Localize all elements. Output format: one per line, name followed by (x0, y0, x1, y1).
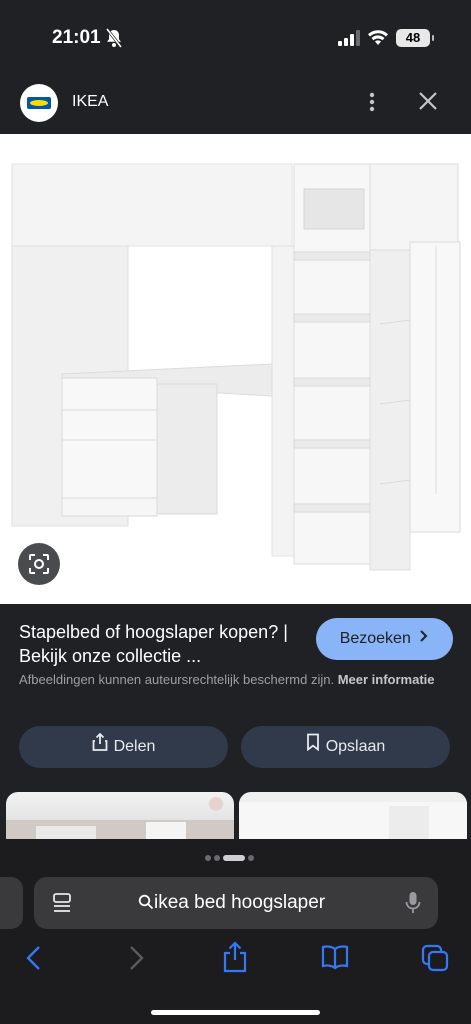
site-name[interactable]: IKEA (72, 93, 108, 111)
share-button-label: Delen (113, 738, 156, 756)
close-icon[interactable] (417, 90, 439, 117)
chevron-right-icon (419, 618, 429, 660)
page-dot-active (223, 854, 245, 861)
page-dot (205, 854, 211, 861)
result-info-panel: Stapelbed of hoogslaper kopen? | Bekijk … (0, 604, 471, 839)
page-indicator (205, 849, 257, 861)
page-dot (248, 854, 254, 861)
lens-button[interactable] (18, 543, 60, 585)
cellular-signal-icon (338, 30, 360, 51)
previous-tab-address[interactable] (0, 877, 23, 929)
copyright-text: Afbeeldingen kunnen auteursrechtelijk be… (19, 672, 335, 687)
page-dot (214, 854, 220, 861)
related-image[interactable] (6, 792, 234, 839)
bookmark-icon (306, 726, 320, 768)
forward-icon[interactable] (126, 944, 146, 977)
viewer-header: IKEA (0, 76, 471, 134)
more-vert-icon[interactable] (362, 90, 382, 114)
site-logo (20, 84, 58, 122)
share-icon (92, 726, 108, 768)
battery-icon: 48 (396, 29, 434, 47)
address-bar[interactable]: ikea bed hoogslaper (34, 877, 438, 929)
search-icon (138, 894, 154, 915)
related-images (0, 792, 471, 839)
result-title[interactable]: Stapelbed of hoogslaper kopen? | Bekijk … (19, 620, 309, 668)
status-time: 21:01 (52, 27, 101, 48)
share-button[interactable]: Delen (19, 726, 228, 768)
wifi-icon (367, 28, 389, 51)
lens-icon (28, 553, 50, 580)
save-button-label: Opslaan (325, 738, 386, 756)
status-bar: 21:01 48 (0, 0, 471, 76)
product-image[interactable] (0, 134, 471, 604)
back-icon[interactable] (24, 944, 44, 977)
visit-button[interactable]: Bezoeken (316, 618, 453, 660)
browser-toolbar (0, 941, 471, 988)
copyright-notice: Afbeeldingen kunnen auteursrechtelijk be… (19, 670, 459, 689)
save-button[interactable]: Opslaan (241, 726, 450, 768)
bell-slash-icon (105, 28, 123, 53)
share-sheet-icon[interactable] (222, 941, 248, 978)
address-text[interactable]: ikea bed hoogslaper (154, 892, 325, 914)
tabs-icon[interactable] (421, 944, 449, 977)
tab-list-icon[interactable] (52, 892, 72, 919)
bookmarks-icon[interactable] (320, 944, 350, 975)
home-indicator (151, 1010, 320, 1015)
loft-bed-illustration (11, 163, 461, 571)
more-info-link[interactable]: Meer informatie (338, 672, 435, 687)
ikea-logo-mark (27, 97, 51, 109)
related-image[interactable] (239, 792, 467, 839)
browser-bottom-bar: ikea bed hoogslaper (0, 839, 471, 1024)
visit-button-label: Bezoeken (339, 630, 411, 648)
mic-icon[interactable] (405, 891, 421, 920)
